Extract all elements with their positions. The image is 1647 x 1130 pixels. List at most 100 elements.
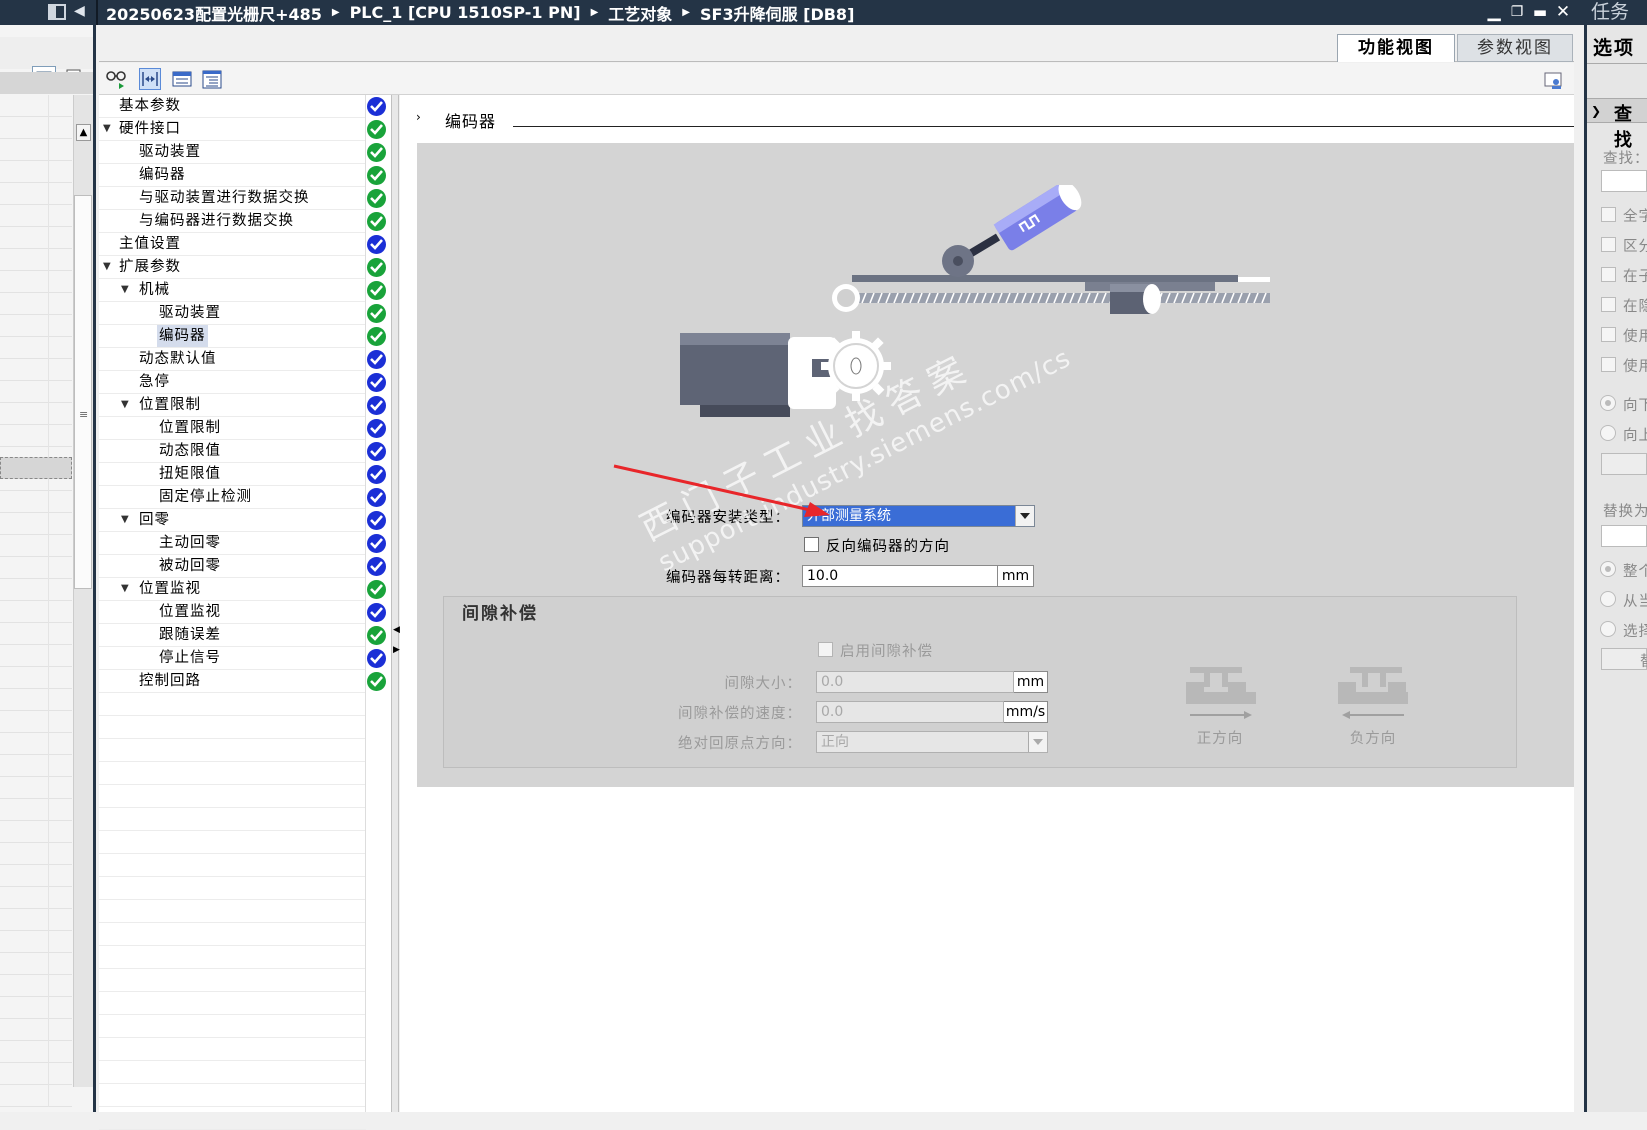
expand-triangle-icon[interactable]: ▼	[121, 394, 130, 416]
find-input[interactable]	[1601, 170, 1647, 192]
invert-direction-checkbox[interactable]	[804, 537, 819, 552]
project-tree-row[interactable]	[0, 293, 72, 315]
project-tree-row[interactable]	[0, 777, 72, 799]
abs-home-direction-select[interactable]: 正向	[816, 731, 1048, 753]
nav-item[interactable]: ▼ 位置限制	[99, 394, 386, 417]
project-tree-row[interactable]	[0, 887, 72, 909]
project-tree-row[interactable]	[0, 161, 72, 183]
project-tree-row[interactable]	[0, 579, 72, 601]
nav-item[interactable]: 扭矩限值	[99, 463, 386, 486]
project-tree-row[interactable]	[0, 535, 72, 557]
nav-item[interactable]: 主动回零	[99, 532, 386, 555]
distance-per-rev-input[interactable]: 10.0	[802, 565, 998, 587]
project-tree-row[interactable]	[0, 491, 72, 513]
in-substructures-checkbox[interactable]	[1601, 267, 1616, 282]
project-tree-row[interactable]	[0, 821, 72, 843]
project-tree-row[interactable]	[0, 711, 72, 733]
chevron-down-icon[interactable]	[1015, 506, 1034, 526]
replace-button[interactable]: 替	[1601, 648, 1647, 670]
nav-item[interactable]: 基本参数	[99, 95, 386, 118]
project-tree-row[interactable]	[0, 1063, 72, 1085]
project-tree-row[interactable]	[0, 997, 72, 1019]
project-tree-row[interactable]	[0, 799, 72, 821]
nav-item[interactable]: ▼ 硬件接口	[99, 118, 386, 141]
project-tree-row[interactable]	[0, 183, 72, 205]
breadcrumb-axis[interactable]: SF3升降伺服 [DB8]	[700, 1, 854, 25]
nav-item[interactable]: 停止信号	[99, 647, 386, 670]
tree-splitter[interactable]	[391, 95, 399, 1112]
project-tree-row[interactable]	[0, 667, 72, 689]
nav-item[interactable]: ▼ 位置监视	[99, 578, 386, 601]
expand-triangle-icon[interactable]: ▼	[121, 279, 130, 301]
nav-item[interactable]: 位置限制	[99, 417, 386, 440]
selection-radio[interactable]	[1600, 621, 1616, 637]
project-tree-row[interactable]	[0, 1085, 72, 1107]
project-tree-row[interactable]	[0, 975, 72, 997]
nav-item[interactable]: 动态默认值	[99, 348, 386, 371]
tab-function-view[interactable]: 功能视图	[1337, 34, 1455, 62]
nav-item[interactable]: 编码器	[99, 164, 386, 187]
project-tree-row[interactable]	[0, 755, 72, 777]
enable-backlash-checkbox[interactable]	[818, 642, 833, 657]
project-tree-row[interactable]	[0, 931, 72, 953]
whole-document-radio[interactable]	[1600, 561, 1616, 577]
maximize-icon[interactable]: ▬	[1530, 2, 1550, 22]
project-tree-selected-row[interactable]	[0, 457, 72, 479]
breadcrumb-project[interactable]: 20250623配置光栅尺+485	[106, 1, 322, 25]
expand-triangle-icon[interactable]: ▼	[121, 509, 130, 531]
nav-item[interactable]: ▼ 回零	[99, 509, 386, 532]
panel-layout-icon[interactable]	[48, 4, 66, 20]
chevron-down-icon[interactable]: ❯	[1591, 104, 1601, 118]
glasses-monitor-icon[interactable]	[105, 68, 127, 90]
project-tree-row[interactable]	[0, 1041, 72, 1063]
backlash-size-input[interactable]: 0.0	[816, 671, 1014, 693]
project-tree-row[interactable]	[0, 513, 72, 535]
project-tree-row[interactable]	[0, 733, 72, 755]
project-tree-row[interactable]	[0, 117, 72, 139]
nav-item[interactable]: 位置监视	[99, 601, 386, 624]
project-tree-row[interactable]	[0, 227, 72, 249]
nav-item[interactable]: 与驱动装置进行数据交换	[99, 187, 386, 210]
project-tree-row[interactable]	[0, 315, 72, 337]
expand-triangle-icon[interactable]: ▼	[121, 578, 130, 600]
search-up-radio[interactable]	[1600, 425, 1616, 441]
backlash-speed-input[interactable]: 0.0	[816, 701, 1004, 723]
project-tree-row[interactable]	[0, 1019, 72, 1041]
close-icon[interactable]: ✕	[1553, 2, 1573, 22]
project-tree-row[interactable]	[0, 249, 72, 271]
nav-item[interactable]: ▼ 扩展参数	[99, 256, 386, 279]
replace-input[interactable]	[1601, 525, 1647, 547]
project-tree-row[interactable]	[0, 359, 72, 381]
find-button[interactable]	[1601, 453, 1647, 475]
from-current-radio[interactable]	[1600, 591, 1616, 607]
restore-icon[interactable]: ❐	[1507, 2, 1527, 22]
nav-item[interactable]: 动态限值	[99, 440, 386, 463]
project-tree-row[interactable]	[0, 645, 72, 667]
expand-all-icon[interactable]	[201, 68, 223, 90]
in-hidden-checkbox[interactable]	[1601, 297, 1616, 312]
project-tree-row[interactable]	[0, 337, 72, 359]
nav-item[interactable]: 控制回路	[99, 670, 386, 693]
nav-item[interactable]: 主值设置	[99, 233, 386, 256]
project-tree-row[interactable]	[0, 623, 72, 645]
minimize-icon[interactable]: ▁	[1484, 2, 1504, 22]
nav-item[interactable]: ▼ 机械	[99, 279, 386, 302]
match-case-checkbox[interactable]	[1601, 237, 1616, 252]
project-tree-row[interactable]	[0, 909, 72, 931]
breadcrumb-plc[interactable]: PLC_1 [CPU 1510SP-1 PN]	[350, 3, 581, 22]
project-tree-row[interactable]	[0, 689, 72, 711]
chevron-down-icon[interactable]	[1028, 732, 1047, 752]
project-tree-row[interactable]	[0, 271, 72, 293]
project-tree-row[interactable]	[0, 95, 72, 117]
expand-width-icon[interactable]	[139, 68, 161, 90]
project-tree-row[interactable]	[0, 205, 72, 227]
nav-item[interactable]: 被动回零	[99, 555, 386, 578]
use-regex-checkbox[interactable]	[1601, 357, 1616, 372]
tab-parameter-view[interactable]: 参数视图	[1457, 34, 1573, 62]
project-tree-row[interactable]	[0, 425, 72, 447]
nav-item[interactable]: 跟随误差	[99, 624, 386, 647]
project-tree-row[interactable]	[0, 381, 72, 403]
project-tree-row[interactable]	[0, 403, 72, 425]
collapse-left-icon[interactable]: ◀	[74, 3, 85, 19]
view-settings-icon[interactable]	[1543, 70, 1565, 92]
